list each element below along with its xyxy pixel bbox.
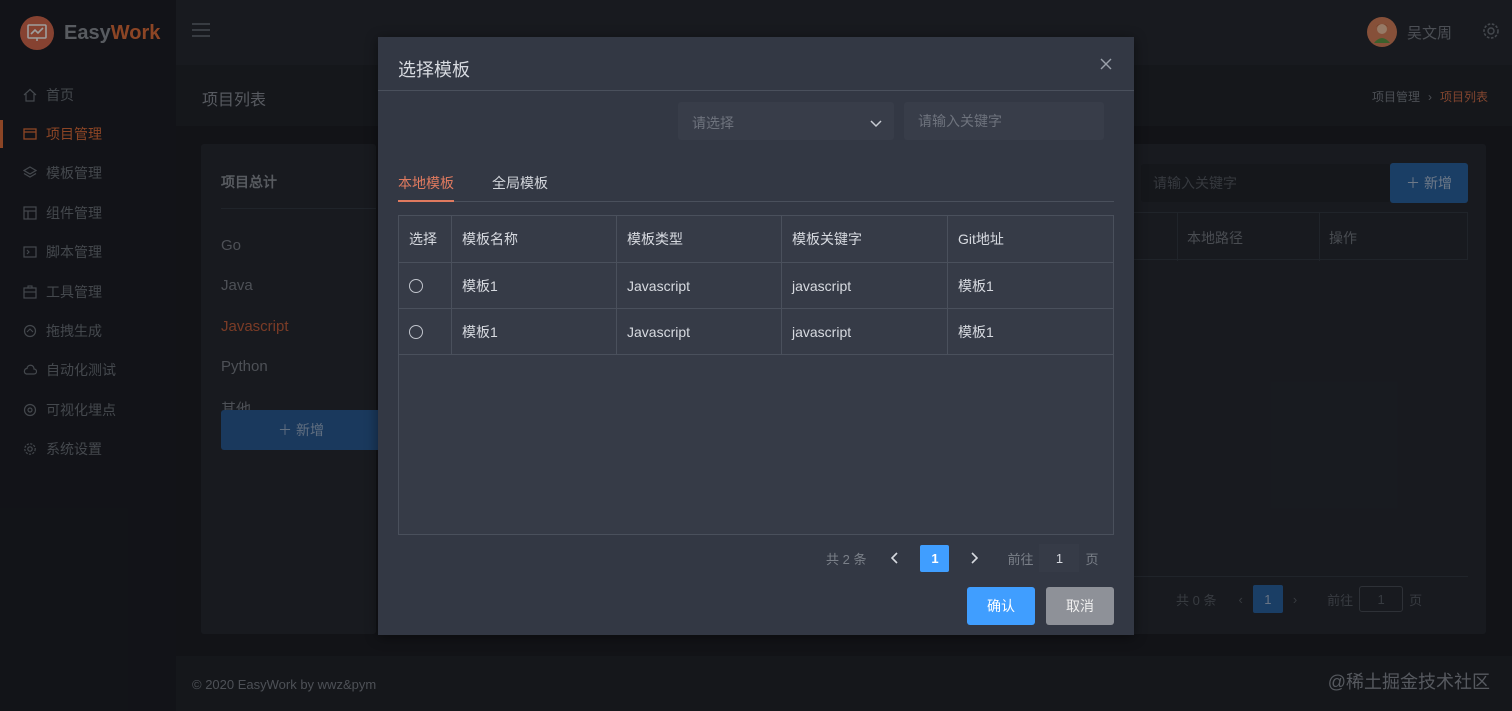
column-header: 选择 [409, 231, 437, 247]
cancel-button[interactable]: 取消 [1046, 587, 1114, 625]
tab-local-templates[interactable]: 本地模板 [398, 173, 454, 193]
tab-global-templates[interactable]: 全局模板 [492, 173, 548, 193]
column-header: Git地址 [958, 231, 1004, 247]
divider [616, 216, 617, 355]
template-type-select[interactable]: 请选择 [678, 102, 894, 140]
pagination-total: 共 2 条 [826, 551, 867, 567]
chevron-down-icon [870, 115, 882, 131]
select-placeholder: 请选择 [692, 115, 734, 131]
template-pagination: 共 2 条 1 前往 1 页 [826, 544, 1099, 572]
cell-type: Javascript [627, 324, 691, 340]
cell-git: 模板1 [958, 324, 994, 340]
cell-keyword: javascript [792, 324, 852, 340]
template-table: 选择 模板名称 模板类型 模板关键字 Git地址 模板1 Javascript … [398, 215, 1114, 535]
dialog-title: 选择模板 [398, 60, 470, 80]
keyword-search-input[interactable] [904, 102, 1104, 140]
page-jump-input[interactable]: 1 [1039, 544, 1080, 572]
column-header: 模板类型 [627, 231, 683, 247]
cell-keyword: javascript [792, 278, 852, 294]
cell-name: 模板1 [462, 278, 498, 294]
chevron-right-icon[interactable] [963, 544, 985, 572]
confirm-button[interactable]: 确认 [967, 587, 1035, 625]
tab-active-indicator [398, 200, 454, 202]
pagination-goto-label: 前往 [1007, 551, 1034, 567]
divider [781, 216, 782, 355]
pagination-page-unit: 页 [1085, 551, 1099, 567]
table-header: 选择 模板名称 模板类型 模板关键字 Git地址 [399, 216, 1113, 263]
cell-git: 模板1 [958, 278, 994, 294]
row-radio[interactable] [409, 325, 423, 339]
close-icon[interactable] [1100, 57, 1114, 71]
column-header: 模板名称 [462, 231, 518, 247]
template-tabs: 本地模板 全局模板 [398, 167, 1114, 202]
row-radio[interactable] [409, 279, 423, 293]
table-row[interactable]: 模板1 Javascript javascript 模板1 [399, 309, 1113, 355]
chevron-left-icon[interactable] [884, 544, 906, 572]
table-row[interactable]: 模板1 Javascript javascript 模板1 [399, 263, 1113, 309]
divider [378, 90, 1134, 91]
cell-type: Javascript [627, 278, 691, 294]
cell-name: 模板1 [462, 324, 498, 340]
divider [451, 216, 452, 355]
select-template-dialog: 选择模板 请选择 本地模板 全局模板 选择 模板名称 模板类型 模板关键字 Gi… [378, 37, 1134, 635]
divider [947, 216, 948, 355]
column-header: 模板关键字 [792, 231, 862, 247]
page-number[interactable]: 1 [920, 544, 950, 572]
